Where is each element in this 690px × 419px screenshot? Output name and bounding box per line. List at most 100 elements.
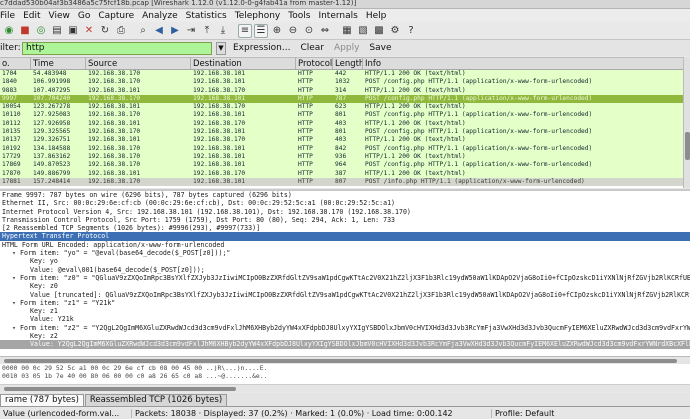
packet-row[interactable]: 17870 149.886799 192.168.38.101 192.168.38.… <box>0 169 683 178</box>
cell-source: 192.168.38.170 <box>88 152 141 160</box>
scrollbar-thumb[interactable] <box>685 132 690 160</box>
close-file-icon[interactable]: ✕ <box>82 24 96 38</box>
display-filters-icon[interactable]: ▧ <box>356 24 370 38</box>
open-file-icon[interactable]: ▤ <box>50 24 64 38</box>
go-back-icon[interactable]: ◀ <box>152 24 166 38</box>
display-filter-input[interactable]: http <box>22 41 212 55</box>
start-capture-icon[interactable]: ◉ <box>2 24 16 38</box>
column-header-length[interactable]: Length <box>333 58 363 69</box>
detail-tree-item[interactable]: Key: z2 <box>0 332 690 340</box>
packet-row[interactable]: 17729 137.863162 192.168.38.170 192.168.38.… <box>0 152 683 162</box>
capture-filters-icon[interactable]: ▦ <box>340 24 354 38</box>
hex-line[interactable]: 0000 00 0c 29 52 5c a1 00 0c 29 6e cf cb… <box>0 364 690 372</box>
apply-button[interactable]: Apply <box>331 43 362 53</box>
packet-row[interactable]: 10054 123.267278 192.168.38.101 192.168.38.… <box>0 103 683 112</box>
tab-frame-bytes[interactable]: rame (787 bytes) <box>0 394 84 406</box>
scrollbar-thumb[interactable] <box>4 387 236 391</box>
stop-capture-icon[interactable]: ■ <box>18 24 32 38</box>
detail-tree-item[interactable]: ▾ Form item: "z2" = "Y2QgL2QgImM6XGluZXRw… <box>0 324 690 332</box>
preferences-icon[interactable]: ⚙ <box>388 24 402 38</box>
scrollbar-thumb[interactable] <box>4 359 677 363</box>
menu-analyze[interactable]: Analyze <box>138 11 181 21</box>
menu-telephony[interactable]: Telephony <box>231 11 285 21</box>
detail-tree-item[interactable]: Ethernet II, Src: 00:0c:29:6e:cf:cb (00:… <box>0 199 690 207</box>
detail-tree-item[interactable]: Transmission Control Protocol, Src Port:… <box>0 216 690 224</box>
clear-button[interactable]: Clear <box>297 43 327 53</box>
help-icon[interactable]: ? <box>404 24 418 38</box>
expand-toggle-icon[interactable]: ▾ <box>12 274 20 282</box>
column-header-destination[interactable]: Destination <box>191 58 296 69</box>
menu-edit[interactable]: Edit <box>19 11 44 21</box>
detail-tree-item[interactable]: Hypertext Transfer Protocol <box>0 232 690 241</box>
menu-tools[interactable]: Tools <box>284 11 314 21</box>
detail-tree-item[interactable]: Key: yo <box>0 257 690 265</box>
filter-history-dropdown[interactable]: ▼ <box>216 41 226 55</box>
menu-go[interactable]: Go <box>74 11 94 21</box>
detail-tree-item[interactable]: Key: z0 <box>0 282 690 290</box>
save-button[interactable]: Save <box>366 43 394 53</box>
packet-row[interactable]: 10192 134.184588 192.168.38.170 192.168.38.… <box>0 144 683 153</box>
resize-columns-icon[interactable]: ⇔ <box>318 24 332 38</box>
print-icon[interactable]: ⎙ <box>114 24 128 38</box>
column-header-time[interactable]: Time <box>31 58 86 69</box>
reload-icon[interactable]: ↻ <box>98 24 112 38</box>
detail-tree-item[interactable]: Value: Y2QgL2QgImM6XGluZXRwdWJcd3d3cm9vd… <box>0 340 690 349</box>
packet-row[interactable]: 17869 149.870523 192.168.38.170 192.168.38.… <box>0 161 683 170</box>
menu-help[interactable]: Help <box>362 11 391 21</box>
restart-capture-icon[interactable]: ◎ <box>34 24 48 38</box>
go-forward-icon[interactable]: ▶ <box>168 24 182 38</box>
menu-capture[interactable]: Capture <box>94 11 138 21</box>
expand-toggle-icon[interactable]: ▾ <box>12 324 20 332</box>
colorize-icon[interactable]: ≡ <box>238 23 252 38</box>
detail-tree-item[interactable]: ▾ Form item: "z0" = "QGluaV9zZXQoImRpc3Bs… <box>0 274 690 282</box>
detail-tree-item[interactable]: Value [truncated]: QGluaV9zZXQoImRpc3BsY… <box>0 291 690 299</box>
expand-toggle-icon[interactable]: ▾ <box>12 249 20 257</box>
column-header-no[interactable]: o. <box>0 58 31 69</box>
detail-tree-item[interactable]: [2 Reassembled TCP Segments (1026 bytes)… <box>0 224 690 232</box>
menu-bar: File Edit View Go Capture Analyze Statis… <box>0 9 690 22</box>
coloring-rules-icon[interactable]: ▩ <box>372 24 386 38</box>
status-profile[interactable]: Profile: Default <box>492 409 557 418</box>
packet-list-scrollbar[interactable] <box>683 57 690 188</box>
detail-tree-item[interactable]: Value: Y21k <box>0 315 690 323</box>
find-packet-icon[interactable]: ⌕ <box>136 24 150 38</box>
last-packet-icon[interactable]: ⤓ <box>216 24 230 38</box>
normal-size-icon[interactable]: ⊙ <box>302 24 316 38</box>
detail-tree-item[interactable]: Key: z1 <box>0 307 690 315</box>
menu-statistics[interactable]: Statistics <box>182 11 231 21</box>
tab-reassembled-tcp[interactable]: Reassembled TCP (1026 bytes) <box>84 394 228 406</box>
packet-row[interactable]: 10135 129.325565 192.168.38.170 192.168.38.… <box>0 128 683 137</box>
detail-tree-item[interactable]: ▾ Form item: "yo" = "@eval(base64_decode(… <box>0 249 690 257</box>
zoom-out-icon[interactable]: ⊖ <box>286 24 300 38</box>
menu-internals[interactable]: Internals <box>314 11 361 21</box>
zoom-in-icon[interactable]: ⊕ <box>270 24 284 38</box>
save-file-icon[interactable]: ▣ <box>66 24 80 38</box>
packet-row[interactable]: 10137 129.326751 192.168.38.101 192.168.38.… <box>0 136 683 145</box>
menu-view[interactable]: View <box>45 11 74 21</box>
packet-row[interactable]: 1704 54.483948 192.168.38.170 192.168.38.10… <box>0 70 683 79</box>
detail-tree-item[interactable]: ▾ Form item: "z1" = "Y21k" <box>0 299 690 307</box>
details-horizontal-scrollbar[interactable] <box>0 356 690 364</box>
menu-file[interactable]: File <box>0 11 19 21</box>
go-to-packet-icon[interactable]: ⇥ <box>184 24 198 38</box>
expression-button[interactable]: Expression... <box>230 43 293 53</box>
packet-row[interactable]: 10112 127.926958 192.168.38.101 192.168.38.… <box>0 119 683 129</box>
hex-line[interactable]: 0010 03 05 1b 7e 40 00 80 06 00 00 c0 a8… <box>0 372 690 380</box>
column-header-protocol[interactable]: Protocol <box>296 58 333 69</box>
detail-tree-item[interactable]: Frame 9997: 787 bytes on wire (6296 bits… <box>0 191 690 199</box>
expand-toggle-icon[interactable]: ▾ <box>12 299 20 307</box>
column-header-source[interactable]: Source <box>86 58 191 69</box>
autoscroll-icon[interactable]: ☰ <box>254 23 268 38</box>
cell-protocol: HTTP <box>298 111 313 119</box>
detail-tree-item[interactable]: Internet Protocol Version 4, Src: 192.16… <box>0 208 690 216</box>
first-packet-icon[interactable]: ⤒ <box>200 24 214 38</box>
column-header-info[interactable]: Info <box>363 58 683 69</box>
packet-row[interactable]: 17881 157.248414 192.168.38.170 192.168.38.… <box>0 177 683 187</box>
packet-row[interactable]: 9883 107.407295 192.168.38.101 192.168.38.1… <box>0 86 683 95</box>
detail-tree-item[interactable]: Value: @eval\001(base64_decode($_POST[z0… <box>0 266 690 274</box>
detail-tree-item[interactable]: HTML Form URL Encoded: application/x-www… <box>0 241 690 249</box>
packet-row-selected[interactable]: 9997 107.704240 192.168.38.170 192.168.38.1… <box>0 94 683 104</box>
packet-row[interactable]: 10110 127.925083 192.168.38.170 192.168.38.… <box>0 111 683 120</box>
bytes-horizontal-scrollbar[interactable] <box>0 384 690 392</box>
packet-row[interactable]: 1840 106.991998 192.168.38.170 192.168.38.1… <box>0 78 683 87</box>
